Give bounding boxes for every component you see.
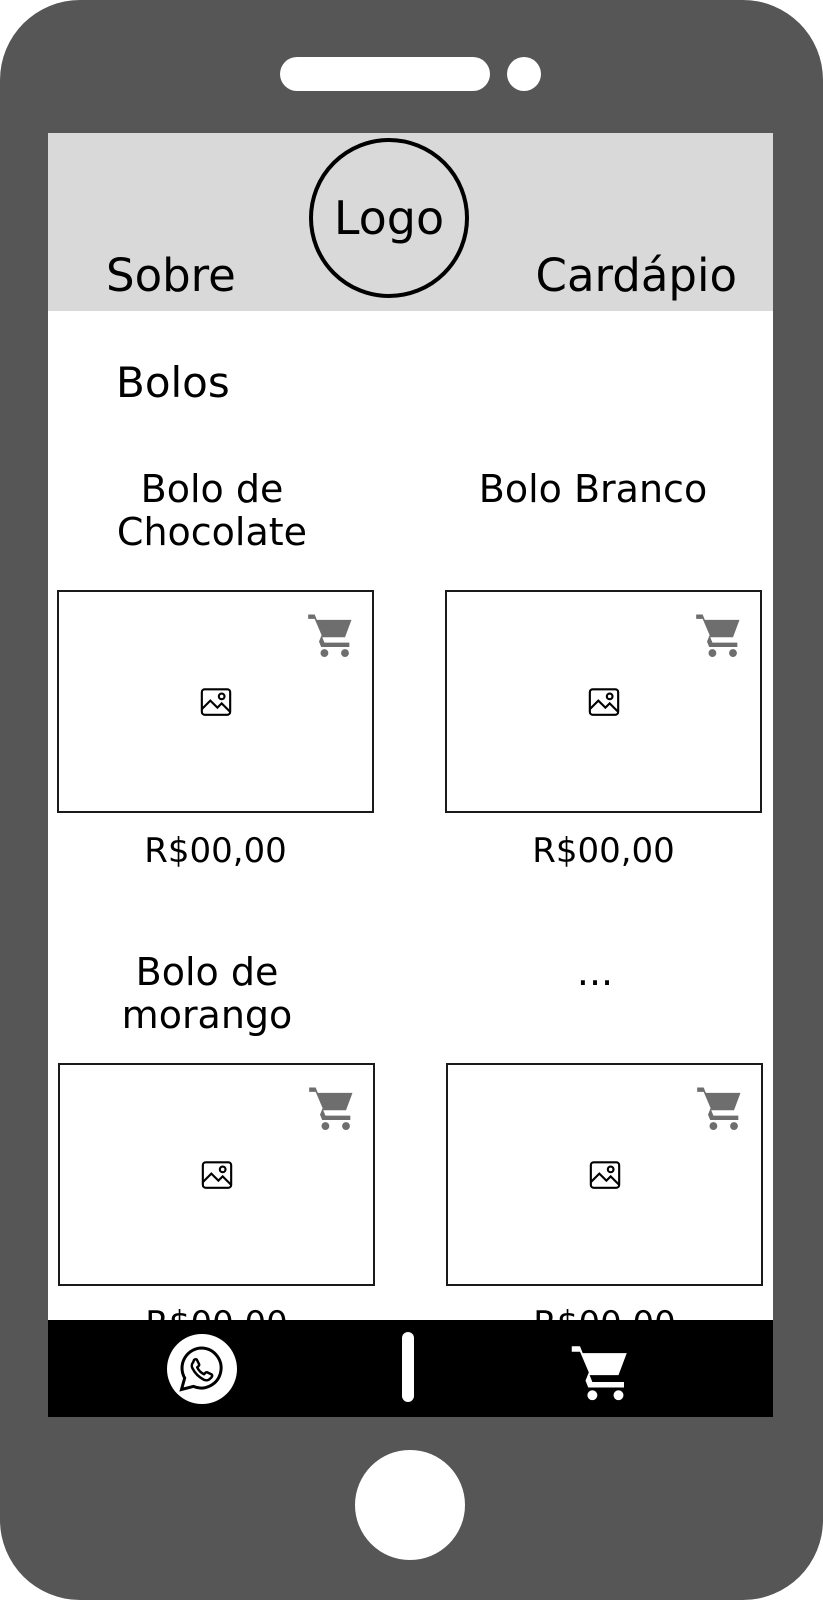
product-card[interactable] [58,1063,375,1286]
home-button[interactable] [355,1450,465,1560]
image-placeholder-icon [201,1160,232,1189]
whatsapp-button[interactable] [167,1334,237,1404]
phone-speaker [280,57,490,91]
logo[interactable]: Logo [309,138,469,298]
product-name: Bolo de morango [121,950,293,1037]
cart-icon[interactable] [695,1081,747,1133]
product-name: ... [576,950,614,994]
cart-icon[interactable] [569,1338,635,1404]
nav-link-sobre[interactable]: Sobre [106,249,236,302]
whatsapp-icon [179,1346,223,1392]
nav-link-cardapio[interactable]: Cardápio [536,249,737,302]
image-placeholder-icon [200,687,231,716]
bar-divider [402,1332,414,1402]
product-card[interactable] [445,590,762,813]
image-placeholder-icon [588,687,619,716]
product-name: Bolo de Chocolate [116,467,308,554]
cart-icon[interactable] [307,1081,359,1133]
product-price: R$00,00 [532,831,675,871]
product-price: R$00,00 [144,831,287,871]
bottom-bar [48,1320,773,1417]
cart-icon[interactable] [306,608,358,660]
product-card[interactable] [446,1063,763,1286]
image-placeholder-icon [589,1160,620,1189]
phone-camera [507,57,541,91]
product-card[interactable] [57,590,374,813]
app-screen: Sobre Logo Cardápio Bolos Bolo de Chocol… [48,133,773,1417]
product-name: Bolo Branco [478,467,708,511]
cart-icon[interactable] [694,608,746,660]
phone-frame: Sobre Logo Cardápio Bolos Bolo de Chocol… [0,0,823,1600]
app-header: Sobre Logo Cardápio [48,133,773,311]
section-title: Bolos [116,358,230,407]
